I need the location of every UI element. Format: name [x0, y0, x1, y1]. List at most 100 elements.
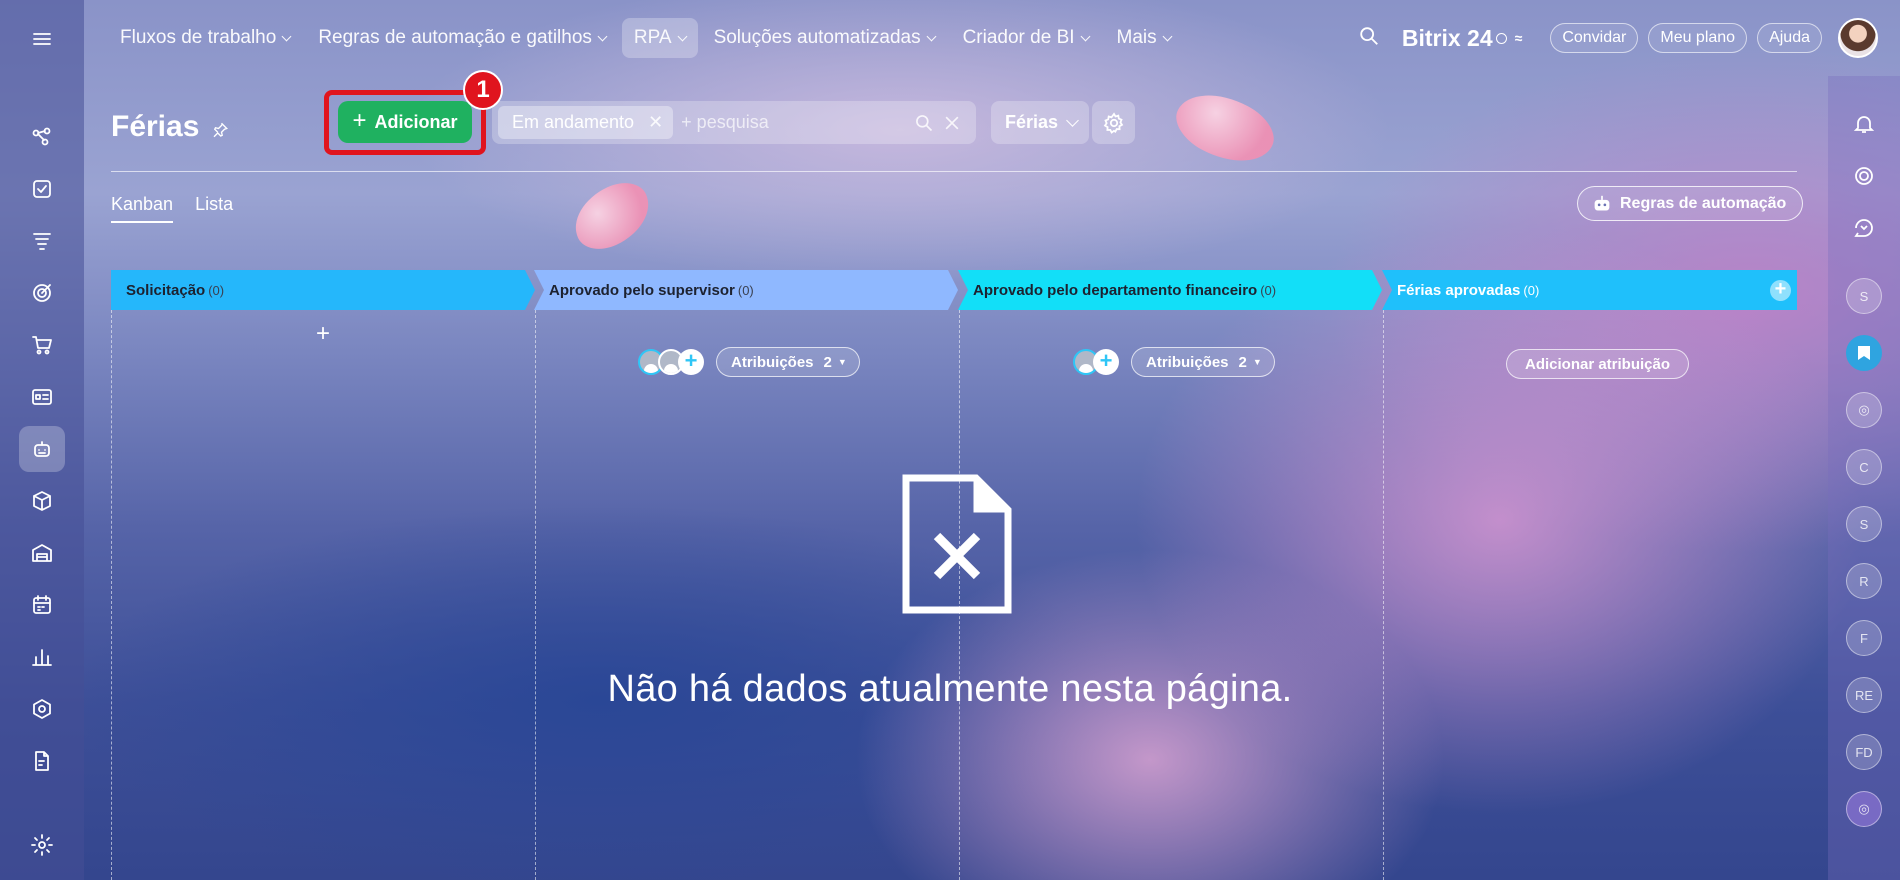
- user-avatar[interactable]: [1838, 18, 1878, 58]
- gear-icon: [1103, 111, 1123, 134]
- bell-icon[interactable]: [1846, 106, 1882, 142]
- menu-icon[interactable]: [19, 16, 65, 62]
- quick-add-item-button[interactable]: +: [316, 320, 330, 348]
- caret-down-icon: ▼: [837, 357, 847, 367]
- preset-label: Férias: [1005, 112, 1059, 132]
- calendar-icon[interactable]: [19, 582, 65, 628]
- column-divider: [535, 310, 536, 880]
- nav-rpa[interactable]: RPA: [621, 18, 698, 58]
- stage-name: Férias aprovadas: [1397, 281, 1521, 299]
- left-sidebar: [0, 0, 84, 880]
- rail-contact-avatar[interactable]: ◎: [1846, 392, 1882, 428]
- rail-contact-avatar[interactable]: FD: [1846, 734, 1882, 770]
- header-divider: [111, 171, 1797, 172]
- automation-robot-icon[interactable]: [19, 426, 65, 472]
- assignments-label: Atribuições: [1146, 353, 1229, 371]
- warehouse-icon[interactable]: [19, 530, 65, 576]
- chevron-down-icon: [926, 31, 937, 41]
- stage-header-approved[interactable]: Férias aprovadas (0) +: [1382, 270, 1797, 310]
- stage-count: (0): [1260, 282, 1277, 298]
- search-icon[interactable]: [914, 113, 934, 133]
- tab-list[interactable]: Lista: [195, 194, 233, 223]
- top-right-controls: Bitrix 24 ≈ Convidar Meu plano Ajuda: [1358, 0, 1900, 76]
- nav-label: RPA: [633, 27, 672, 48]
- help-button[interactable]: Ajuda: [1757, 23, 1822, 53]
- filter-search-box[interactable]: Em andamento ✕: [492, 101, 976, 144]
- chat-icon[interactable]: [1846, 210, 1882, 246]
- rail-contact-avatar[interactable]: R: [1846, 563, 1882, 599]
- assignments-dropdown[interactable]: Atribuições 2 ▼: [1131, 347, 1275, 377]
- nav-workflows[interactable]: Fluxos de trabalho: [108, 18, 302, 58]
- chevron-down-icon: [1162, 31, 1173, 41]
- sign-document-icon[interactable]: [19, 738, 65, 784]
- column-divider: [111, 310, 112, 880]
- stage-header-finance[interactable]: Aprovado pelo departamento financeiro (0…: [958, 270, 1382, 310]
- marketing-target-icon[interactable]: [19, 270, 65, 316]
- search-input[interactable]: [681, 112, 922, 133]
- add-assignee-button[interactable]: +: [1093, 349, 1119, 375]
- rail-contact-avatar[interactable]: S: [1846, 278, 1882, 314]
- add-assignee-button[interactable]: +: [678, 349, 704, 375]
- empty-document-icon: [902, 474, 1012, 619]
- view-tabs: Kanban Lista: [111, 194, 255, 223]
- chevron-down-icon: [281, 31, 292, 41]
- inventory-box-icon[interactable]: [19, 478, 65, 524]
- feed-icon[interactable]: [19, 114, 65, 160]
- add-button-label: Adicionar: [374, 111, 458, 132]
- nav-automation-rules[interactable]: Regras de automação e gatilhos: [306, 18, 618, 58]
- automation-rules-button[interactable]: Regras de automação: [1577, 186, 1804, 221]
- nav-more[interactable]: Mais: [1105, 18, 1183, 58]
- copilot-icon[interactable]: [1846, 158, 1882, 194]
- settings-button[interactable]: [1092, 101, 1135, 144]
- preset-dropdown[interactable]: Férias: [991, 101, 1090, 144]
- tasks-icon[interactable]: [19, 166, 65, 212]
- invite-button[interactable]: Convidar: [1550, 23, 1639, 53]
- stage-header-request[interactable]: Solicitação (0): [111, 270, 535, 310]
- filter-tag-label: Em andamento: [512, 112, 635, 132]
- stage-header-supervisor[interactable]: Aprovado pelo supervisor (0): [534, 270, 958, 310]
- filter-tag[interactable]: Em andamento ✕: [498, 106, 674, 139]
- page-title-wrap: Férias: [111, 107, 229, 147]
- chevron-down-icon: [597, 31, 608, 41]
- tune-icon[interactable]: ≈: [1515, 30, 1523, 46]
- rail-contact-avatar[interactable]: S: [1846, 506, 1882, 542]
- sites-icon[interactable]: [19, 374, 65, 420]
- stage-name: Solicitação: [126, 281, 206, 299]
- tab-kanban[interactable]: Kanban: [111, 194, 174, 223]
- my-plan-button[interactable]: Meu plano: [1648, 23, 1748, 53]
- clear-icon[interactable]: [942, 113, 962, 133]
- top-navigation: Fluxos de trabalho Regras de automação e…: [108, 18, 1187, 58]
- search-icon[interactable]: [1358, 25, 1380, 52]
- nav-bi-builder[interactable]: Criador de BI: [951, 18, 1101, 58]
- add-button[interactable]: + Adicionar: [338, 101, 472, 143]
- nav-label: Fluxos de trabalho: [120, 27, 277, 48]
- chevron-down-icon: [1066, 114, 1079, 127]
- crm-funnel-icon[interactable]: [19, 218, 65, 264]
- assignments-dropdown[interactable]: Atribuições 2 ▼: [716, 347, 860, 377]
- assignee-avatars: +: [638, 349, 704, 375]
- filter-actions: [906, 113, 962, 133]
- add-assignment-button[interactable]: Adicionar atribuição: [1506, 349, 1690, 379]
- stage-name: Aprovado pelo departamento financeiro: [973, 281, 1258, 299]
- rail-contact-avatar[interactable]: F: [1846, 620, 1882, 656]
- nav-label: Soluções automatizadas: [713, 27, 921, 48]
- rail-contact-avatar[interactable]: ◎: [1846, 791, 1882, 827]
- assignments-label: Atribuições: [731, 353, 814, 371]
- shop-cart-icon[interactable]: [19, 322, 65, 368]
- pin-icon[interactable]: [211, 113, 229, 147]
- decorative-petal: [1166, 78, 1284, 178]
- rail-contact-avatar[interactable]: C: [1846, 449, 1882, 485]
- robot-icon: [1594, 195, 1610, 211]
- brand-logo[interactable]: Bitrix 24 ≈: [1402, 25, 1522, 52]
- nav-automated-solutions[interactable]: Soluções automatizadas: [702, 18, 947, 58]
- nav-label: Mais: [1116, 27, 1157, 48]
- settings-gear-icon[interactable]: [19, 822, 65, 868]
- rail-contact-avatar[interactable]: RE: [1846, 677, 1882, 713]
- bookmark-icon[interactable]: [1846, 335, 1882, 371]
- stage-name: Aprovado pelo supervisor: [549, 281, 735, 299]
- chevron-down-icon: [1080, 31, 1090, 41]
- add-stage-button[interactable]: +: [1770, 279, 1791, 301]
- remove-filter-icon[interactable]: ✕: [648, 112, 663, 133]
- finance-assignments: + Atribuições 2 ▼: [1073, 347, 1275, 377]
- empty-state-message: Não há dados atualmente nesta página.: [607, 668, 1293, 710]
